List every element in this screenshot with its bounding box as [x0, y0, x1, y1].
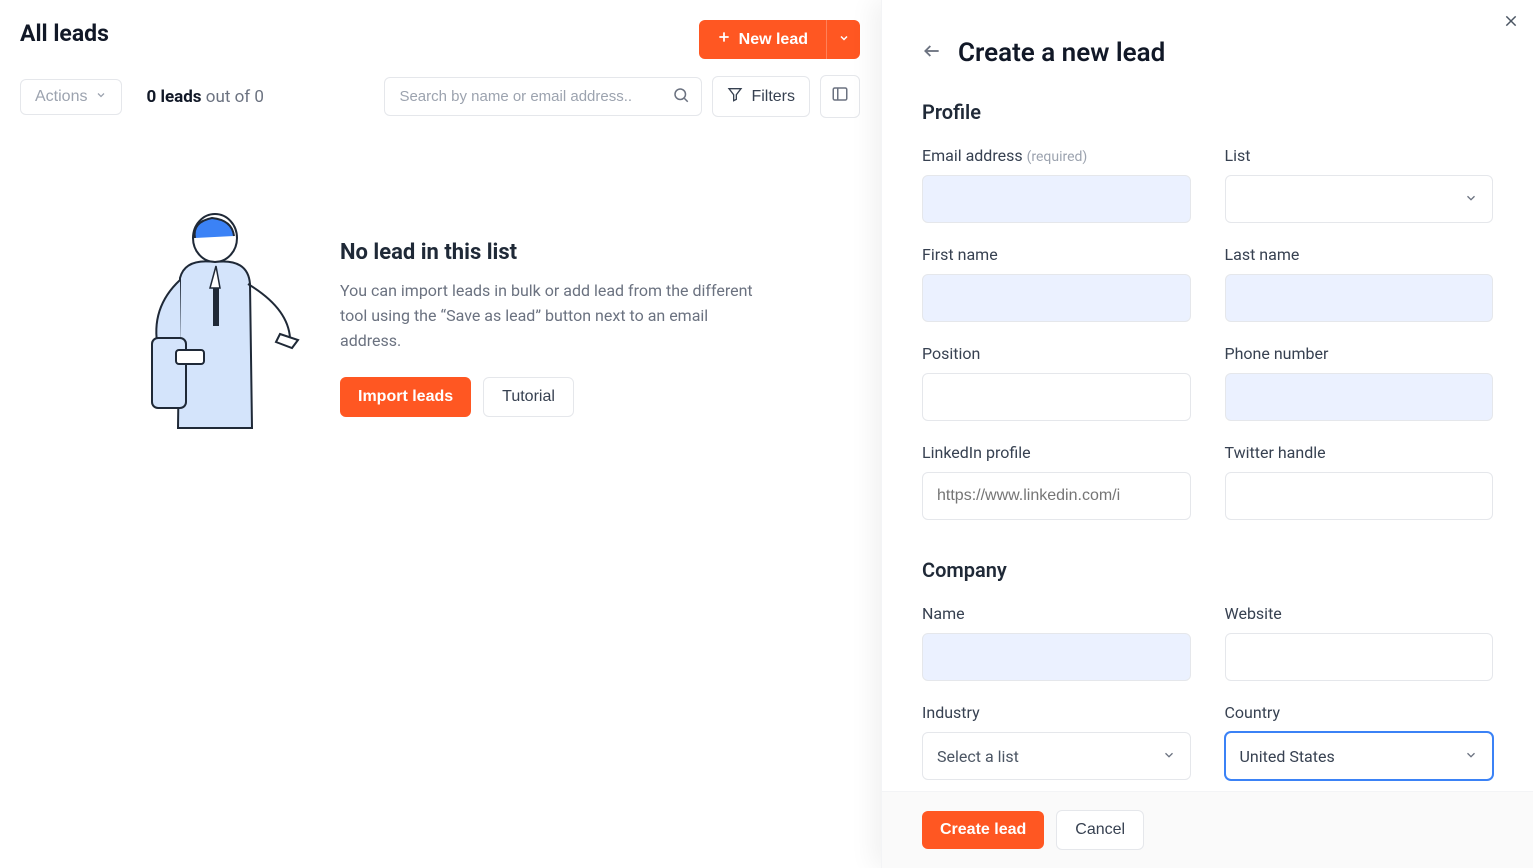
position-label: Position	[922, 344, 1191, 363]
toolbar-top: New lead	[699, 20, 860, 59]
industry-label: Industry	[922, 703, 1191, 722]
filters-button[interactable]: Filters	[712, 76, 810, 117]
search-wrap	[384, 77, 702, 116]
import-leads-button[interactable]: Import leads	[340, 377, 471, 417]
industry-select[interactable]: Select a list	[922, 732, 1191, 780]
country-label: Country	[1225, 703, 1494, 722]
email-field-container: Email address (required)	[922, 146, 1191, 223]
leads-count-rest: out of 0	[202, 87, 264, 107]
new-lead-button-group: New lead	[699, 20, 860, 59]
company-name-field[interactable]	[922, 633, 1191, 681]
phone-label: Phone number	[1225, 344, 1494, 363]
first-name-label: First name	[922, 245, 1191, 264]
cancel-button[interactable]: Cancel	[1056, 810, 1144, 850]
last-name-field[interactable]	[1225, 274, 1494, 322]
list-label: List	[1225, 146, 1494, 165]
tutorial-button[interactable]: Tutorial	[483, 377, 574, 417]
left-controls: Actions 0 leads out of 0	[20, 79, 264, 115]
leads-count: 0 leads out of 0	[146, 87, 264, 107]
company-section-title: Company	[922, 558, 1493, 582]
company-form: Name Website Industry Select a list Coun…	[922, 604, 1493, 780]
empty-title: No lead in this list	[340, 240, 760, 265]
industry-field-container: Industry Select a list	[922, 703, 1191, 780]
email-label: Email address (required)	[922, 146, 1191, 165]
industry-select-value: Select a list	[937, 747, 1019, 766]
empty-illustration	[120, 208, 300, 438]
actions-dropdown-button[interactable]: Actions	[20, 79, 122, 115]
profile-form: Email address (required) List First name…	[922, 146, 1493, 520]
twitter-label: Twitter handle	[1225, 443, 1494, 462]
company-name-label: Name	[922, 604, 1191, 623]
website-label: Website	[1225, 604, 1494, 623]
country-select-value: United States	[1240, 747, 1335, 766]
phone-field-container: Phone number	[1225, 344, 1494, 421]
panel-header: Create a new lead	[922, 38, 1493, 68]
profile-section-title: Profile	[922, 100, 1493, 124]
phone-field[interactable]	[1225, 373, 1494, 421]
empty-state: No lead in this list You can import lead…	[20, 208, 860, 438]
last-name-label: Last name	[1225, 245, 1494, 264]
filters-label: Filters	[751, 88, 795, 106]
chevron-down-icon	[95, 88, 107, 106]
twitter-field-container: Twitter handle	[1225, 443, 1494, 520]
company-name-field-container: Name	[922, 604, 1191, 681]
linkedin-field-container: LinkedIn profile	[922, 443, 1191, 520]
empty-actions: Import leads Tutorial	[340, 377, 760, 417]
chevron-down-icon	[838, 32, 850, 47]
chevron-down-icon	[1162, 747, 1176, 766]
chevron-down-icon	[1464, 190, 1478, 209]
actions-label: Actions	[35, 88, 87, 106]
columns-button[interactable]	[820, 75, 860, 118]
create-lead-panel: Create a new lead Profile Email address …	[881, 0, 1533, 868]
panel-title: Create a new lead	[958, 38, 1165, 68]
twitter-field[interactable]	[1225, 472, 1494, 520]
first-name-field-container: First name	[922, 245, 1191, 322]
list-field-container: List	[1225, 146, 1494, 223]
website-field-container: Website	[1225, 604, 1494, 681]
plus-icon	[717, 30, 731, 49]
empty-copy: No lead in this list You can import lead…	[340, 208, 760, 417]
close-icon[interactable]	[1503, 12, 1519, 32]
controls-row: Actions 0 leads out of 0 Filters	[20, 75, 860, 118]
panel-scroll[interactable]: Create a new lead Profile Email address …	[882, 0, 1533, 791]
right-controls: Filters	[384, 75, 860, 118]
filter-icon	[727, 86, 743, 107]
email-field[interactable]	[922, 175, 1191, 223]
new-lead-label: New lead	[739, 31, 808, 49]
search-icon[interactable]	[672, 86, 690, 108]
first-name-field[interactable]	[922, 274, 1191, 322]
new-lead-button[interactable]: New lead	[699, 20, 826, 59]
search-input[interactable]	[384, 77, 702, 116]
linkedin-label: LinkedIn profile	[922, 443, 1191, 462]
columns-icon	[831, 85, 849, 108]
empty-text: You can import leads in bulk or add lead…	[340, 279, 760, 353]
main-content: All leads New lead Actions	[0, 0, 880, 868]
country-select[interactable]: United States	[1225, 732, 1494, 780]
leads-count-bold: 0 leads	[146, 87, 201, 107]
last-name-field-container: Last name	[1225, 245, 1494, 322]
position-field[interactable]	[922, 373, 1191, 421]
website-field[interactable]	[1225, 633, 1494, 681]
list-select[interactable]	[1225, 175, 1494, 223]
create-lead-button[interactable]: Create lead	[922, 811, 1044, 849]
chevron-down-icon	[1464, 747, 1478, 766]
back-arrow-icon[interactable]	[922, 41, 942, 65]
linkedin-field[interactable]	[922, 472, 1191, 520]
country-field-container: Country United States	[1225, 703, 1494, 780]
position-field-container: Position	[922, 344, 1191, 421]
panel-footer: Create lead Cancel	[882, 791, 1533, 868]
new-lead-dropdown-button[interactable]	[826, 20, 860, 59]
